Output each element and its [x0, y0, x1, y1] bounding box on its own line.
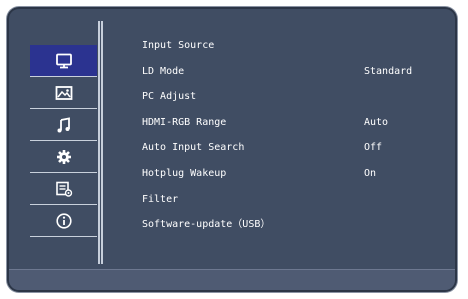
menu-item-filter[interactable]: Filter	[142, 187, 432, 213]
divider-line	[101, 21, 103, 264]
gear-icon	[56, 149, 71, 164]
menu-item-label: Hotplug Wakeup	[142, 167, 227, 179]
menu-item-value: Standard	[364, 65, 413, 77]
settings-menu: Input Source LD Mode Standard PC Adjust …	[142, 33, 432, 238]
sidebar-item-system[interactable]	[30, 173, 97, 205]
menu-item-label: PC Adjust	[142, 91, 197, 103]
picture-icon	[55, 85, 72, 100]
sidebar-item-info[interactable]	[30, 205, 97, 237]
menu-item-software-update[interactable]: Software-update（USB）	[142, 212, 432, 238]
menu-item-label: Software-update（USB）	[142, 219, 271, 231]
sidebar-item-display[interactable]	[30, 45, 97, 77]
menu-item-value: Auto	[364, 116, 389, 128]
menu-item-label: Filter	[142, 193, 179, 205]
menu-item-auto-input-search[interactable]: Auto Input Search Off	[142, 135, 432, 161]
music-icon	[57, 116, 70, 132]
sidebar	[30, 45, 97, 237]
divider-line	[98, 21, 100, 264]
info-icon	[55, 212, 72, 229]
osd-panel: Input Source LD Mode Standard PC Adjust …	[7, 7, 457, 292]
menu-item-value: Off	[364, 142, 383, 154]
settings-list-icon	[55, 181, 72, 197]
menu-item-label: Auto Input Search	[142, 142, 245, 154]
monitor-icon	[55, 53, 72, 68]
menu-item-ld-mode[interactable]: LD Mode Standard	[142, 59, 432, 85]
menu-item-pc-adjust[interactable]: PC Adjust	[142, 84, 432, 110]
menu-item-value: On	[364, 167, 377, 179]
sidebar-item-picture[interactable]	[30, 77, 97, 109]
menu-item-label: Input Source	[142, 40, 215, 51]
sidebar-item-settings[interactable]	[30, 141, 97, 173]
menu-item-input-source[interactable]: Input Source	[142, 33, 432, 59]
menu-item-label: HDMI-RGB Range	[142, 116, 227, 128]
menu-item-label: LD Mode	[142, 65, 185, 77]
menu-item-hdmi-rgb-range[interactable]: HDMI-RGB Range Auto	[142, 110, 432, 136]
menu-item-hotplug-wakeup[interactable]: Hotplug Wakeup On	[142, 161, 432, 187]
status-bar	[9, 269, 455, 290]
sidebar-item-audio[interactable]	[30, 109, 97, 141]
